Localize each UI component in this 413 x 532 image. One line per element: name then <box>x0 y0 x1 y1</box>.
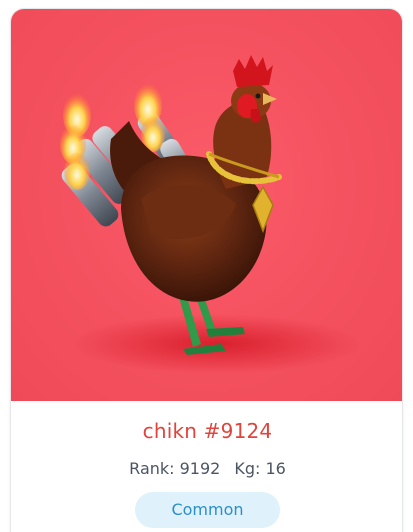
kg-value: Kg: 16 <box>234 459 286 478</box>
chicken-head <box>231 55 277 123</box>
rarity-badge: Common <box>135 492 280 528</box>
ground-shadow <box>71 314 361 374</box>
chicken-illustration <box>60 55 361 374</box>
nft-name: chikn #9124 <box>142 419 273 443</box>
rank-value: Rank: 9192 <box>129 459 221 478</box>
nft-artwork[interactable] <box>11 9 402 401</box>
nft-card[interactable]: chikn #9124 Rank: 9192 Kg: 16 Common <box>10 8 403 532</box>
nft-stats: Rank: 9192 Kg: 16 <box>11 459 402 478</box>
